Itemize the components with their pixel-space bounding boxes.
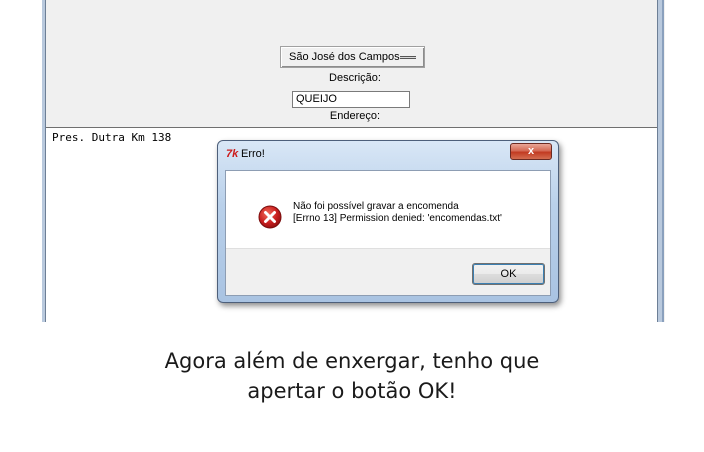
dialog-title: Erro! [241,148,265,160]
descricao-label: Descrição: [329,72,381,84]
caption-line1: Agora além de enxergar, tenho que [164,349,540,373]
endereco-label: Endereço: [329,110,381,122]
dialog-body: Não foi possível gravar a encomenda [Err… [225,170,551,296]
window-border-right-outer [662,0,664,322]
city-option-menu[interactable]: São José dos Campos [280,46,425,68]
tk-app-icon: 7k [226,148,239,160]
caption-line2: apertar o botão OK! [247,379,457,403]
option-menu-indicator-icon [400,56,416,59]
error-dialog: 7k Erro! x Não foi possível gravar a enc… [217,140,559,303]
error-message-line1: Não foi possível gravar a encomenda [293,201,459,212]
dialog-titlebar[interactable]: 7k Erro! x [218,141,558,167]
error-message: Não foi possível gravar a encomenda [Err… [293,201,502,225]
close-button[interactable]: x [510,143,552,160]
city-option-value: São José dos Campos [289,51,400,63]
error-message-line2: [Errno 13] Permission denied: 'encomenda… [293,213,502,224]
descricao-field[interactable]: QUEIJO [292,91,410,108]
slide-caption: Agora além de enxergar, tenho que aperta… [0,346,704,406]
ok-button[interactable]: OK [472,263,545,285]
error-icon [258,205,282,229]
close-icon: x [527,145,535,157]
